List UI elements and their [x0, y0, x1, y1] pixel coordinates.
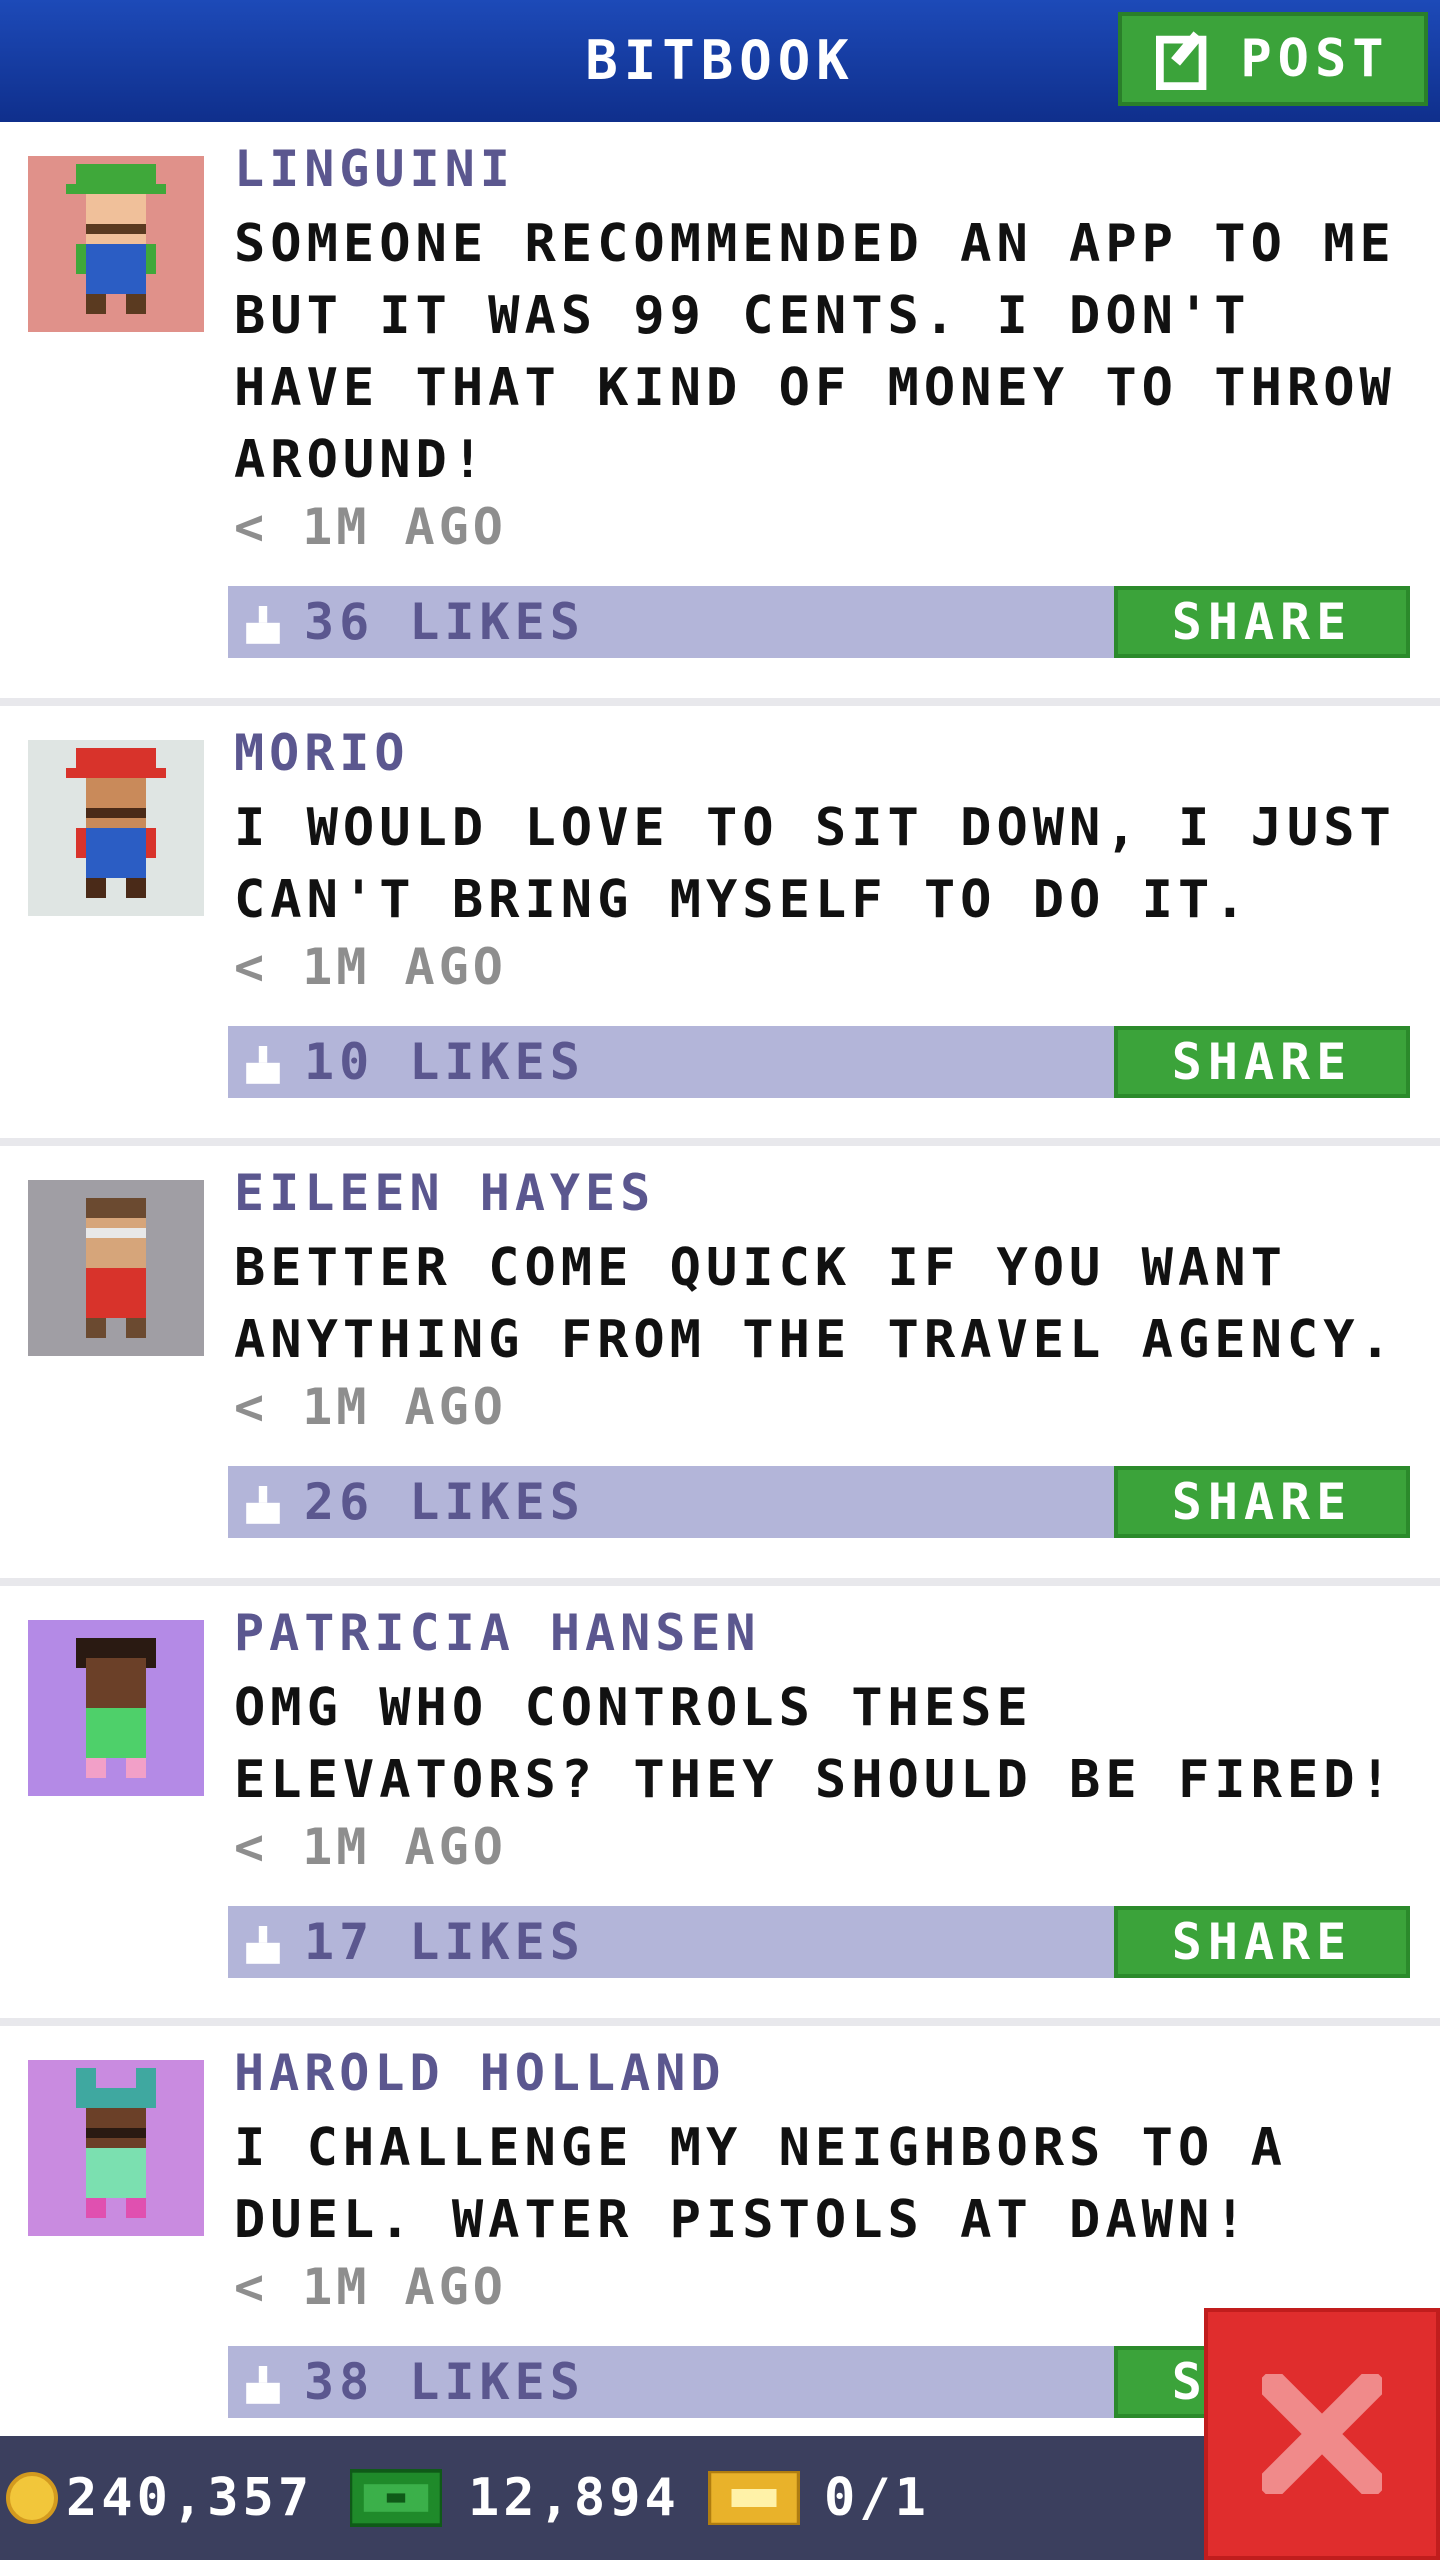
thumbs-up-icon[interactable]: [242, 1926, 284, 1968]
feed-post: PATRICIA HANSEN OMG WHO CONTROLS THESE E…: [0, 1586, 1440, 2026]
close-icon: [1262, 2374, 1382, 2494]
post-author[interactable]: HAROLD HOLLAND: [234, 2044, 725, 2102]
bux-stat: 12,894: [350, 2436, 680, 2560]
feed-post: LINGUINI SOMEONE RECOMMENDED AN APP TO M…: [0, 122, 1440, 706]
like-count: 17 LIKES: [304, 1913, 585, 1971]
like-count: 10 LIKES: [304, 1033, 585, 1091]
share-button[interactable]: SHARE: [1114, 1906, 1410, 1978]
post-author[interactable]: EILEEN HAYES: [234, 1164, 655, 1222]
bux-value: 12,894: [468, 2468, 680, 2528]
feed-post: MORIO I WOULD LOVE TO SIT DOWN, I JUST C…: [0, 706, 1440, 1146]
avatar-eileen-hayes: [86, 1198, 146, 1338]
avatar-harold-holland: [76, 2068, 156, 2218]
ticket-icon: [708, 2471, 800, 2525]
thumbs-up-icon[interactable]: [242, 606, 284, 648]
like-count: 26 LIKES: [304, 1473, 585, 1531]
avatar: [28, 156, 204, 332]
tickets-stat: 0/1: [708, 2436, 930, 2560]
like-bar: 10 LIKES SHARE: [228, 1026, 1410, 1098]
like-bar: 17 LIKES SHARE: [228, 1906, 1410, 1978]
share-button[interactable]: SHARE: [1114, 1026, 1410, 1098]
coins-value: 240,357: [66, 2468, 314, 2528]
post-button-label: POST: [1240, 29, 1390, 89]
post-message: BETTER COME QUICK IF YOU WANT ANYTHING F…: [234, 1238, 1396, 1370]
feed: LINGUINI SOMEONE RECOMMENDED AN APP TO M…: [0, 122, 1440, 2466]
post-author[interactable]: PATRICIA HANSEN: [234, 1604, 761, 1662]
post-message: SOMEONE RECOMMENDED AN APP TO ME BUT IT …: [234, 214, 1396, 490]
share-button[interactable]: SHARE: [1114, 1466, 1410, 1538]
share-button[interactable]: SHARE: [1114, 586, 1410, 658]
app-header: BITBOOK POST: [0, 0, 1440, 122]
edit-icon: [1156, 31, 1207, 90]
post-author[interactable]: MORIO: [234, 724, 410, 782]
post-message: OMG WHO CONTROLS THESE ELEVATORS? THEY S…: [234, 1678, 1396, 1810]
post-author[interactable]: LINGUINI: [234, 140, 515, 198]
avatar-morio: [66, 748, 166, 898]
coins-stat: 240,357: [6, 2436, 313, 2560]
avatar: [28, 1620, 204, 1796]
thumbs-up-icon[interactable]: [242, 2366, 284, 2408]
post-message: I WOULD LOVE TO SIT DOWN, I JUST CAN'T B…: [234, 798, 1396, 930]
avatar: [28, 740, 204, 916]
tickets-value: 0/1: [824, 2468, 930, 2528]
avatar-patricia-hansen: [76, 1638, 156, 1778]
post-message: I CHALLENGE MY NEIGHBORS TO A DUEL. WATE…: [234, 2118, 1287, 2250]
post-button[interactable]: POST: [1118, 12, 1428, 106]
feed-post: EILEEN HAYES BETTER COME QUICK IF YOU WA…: [0, 1146, 1440, 1586]
post-timestamp: < 1M AGO: [234, 1818, 507, 1876]
like-bar: 26 LIKES SHARE: [228, 1466, 1410, 1538]
avatar-linguini: [66, 164, 166, 314]
like-count: 38 LIKES: [304, 2353, 585, 2411]
post-timestamp: < 1M AGO: [234, 1378, 507, 1436]
thumbs-up-icon[interactable]: [242, 1486, 284, 1528]
like-bar: 36 LIKES SHARE: [228, 586, 1410, 658]
close-button[interactable]: [1204, 2308, 1440, 2560]
post-timestamp: < 1M AGO: [234, 938, 507, 996]
post-timestamp: < 1M AGO: [234, 2258, 507, 2316]
thumbs-up-icon[interactable]: [242, 1046, 284, 1088]
coin-icon: [6, 2472, 58, 2524]
cash-icon: [350, 2469, 442, 2527]
like-count: 36 LIKES: [304, 593, 585, 651]
post-timestamp: < 1M AGO: [234, 498, 507, 556]
avatar: [28, 2060, 204, 2236]
avatar: [28, 1180, 204, 1356]
